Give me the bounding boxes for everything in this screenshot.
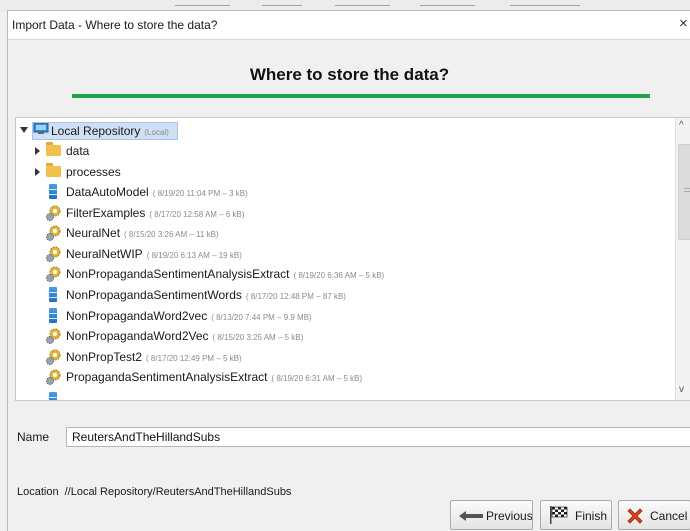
data-icon [49,392,57,400]
entry-name: NonPropagandaSentimentAnalysisExtract [66,267,290,281]
tree-entry[interactable]: NeuralNetWIP( 8/19/20 6:13 AM – 19 kB) [16,244,676,264]
gear-icon [46,246,61,262]
entry-name: FilterExamples [66,206,146,220]
root-meta: (Local) [144,128,169,137]
folder-icon [46,142,61,156]
tree-item-label: Local Repository (Local) [51,124,169,138]
entry-label: DataAutoModel( 8/19/20 11:04 PM – 3 kB) [66,185,248,199]
dialog-titlebar[interactable]: Import Data - Where to store the data? × [8,11,690,40]
location-row: Location //Local Repository/ReutersAndThe… [17,486,291,498]
tree-entry[interactable]: NonPropagandaSentimentAnalysisExtract( 8… [16,264,676,284]
close-icon[interactable]: × [679,15,688,32]
scroll-down-icon[interactable]: v [679,384,684,395]
tree-entry[interactable]: FilterExamples( 8/17/20 12:58 AM – 6 kB) [16,203,676,223]
entry-name: NonPropagandaWord2vec [66,309,208,323]
expand-arrow-icon[interactable] [35,168,40,176]
gear-icon [46,328,61,344]
tree-entry[interactable]: NonPropagandaSentimentWords( 8/17/20 12:… [16,285,676,305]
entry-label: NonPropTest2( 8/17/20 12:49 PM – 5 kB) [66,350,242,364]
data-icon [49,287,57,302]
entry-name: NeuralNetWIP [66,247,143,261]
entry-label: FilterExamples( 8/17/20 12:58 AM – 6 kB) [66,206,245,220]
entry-meta: ( 8/19/20 6:31 AM – 5 kB) [271,374,363,383]
entry-label: NeuralNet( 8/15/20 3:26 AM – 11 kB) [66,226,219,240]
scroll-up-icon[interactable]: ^ [679,120,684,131]
root-label: Local Repository [51,124,141,138]
heading-underline-bar [72,94,650,98]
import-data-dialog: Import Data - Where to store the data? ×… [7,10,690,531]
folder-label: processes [66,165,121,179]
folder-icon [46,163,61,177]
entry-label: NonPropagandaSentimentAnalysisExtract( 8… [66,267,384,281]
finish-button[interactable]: Finish [540,500,612,530]
background-toolbar-mark [335,5,390,6]
background-toolbar-mark [420,5,475,6]
tree-vertical-scrollbar[interactable]: ^ v [675,118,690,400]
entry-meta: ( 8/17/20 12:58 AM – 6 kB) [149,210,245,219]
data-icon [49,308,57,323]
gear-icon [46,266,61,282]
tree-entry[interactable]: NonPropagandaWord2Vec( 8/15/20 3:25 AM –… [16,326,676,346]
page-heading: Where to store the data? [249,65,450,84]
previous-label: Previous [486,509,533,523]
entry-meta: ( 8/15/20 3:26 AM – 11 kB) [124,230,219,239]
background-toolbar-mark [175,5,230,6]
repository-tree[interactable]: Local Repository (Local) data processes D… [15,117,690,401]
folder-label: data [66,144,90,158]
computer-icon [33,123,49,134]
expand-arrow-icon[interactable] [35,147,40,155]
tree-folder-data[interactable]: data [16,141,676,161]
tree-root-local-repository[interactable]: Local Repository (Local) [16,121,676,141]
gear-icon [46,205,61,221]
entry-name: NonPropagandaWord2Vec [66,329,209,343]
gear-icon [46,225,61,241]
entry-name: PropagandaSentimentAnalysisExtract [66,370,268,384]
entry-label: NonPropagandaWord2vec( 8/13/20 7:44 PM –… [66,309,312,323]
tree-entry-partial[interactable] [16,390,676,400]
location-label: Location [17,486,59,498]
background-toolbar-mark [262,5,302,6]
location-value: //Local Repository/ReutersAndTheHillandS… [64,486,292,498]
arrow-left-icon [459,511,483,521]
tree-entry[interactable]: PropagandaSentimentAnalysisExtract( 8/19… [16,367,676,387]
entry-meta: ( 8/13/20 7:44 PM – 9.9 MB) [211,313,312,322]
gear-icon [46,349,61,365]
entry-label: PropagandaSentimentAnalysisExtract( 8/19… [66,370,362,384]
name-input[interactable] [66,427,690,447]
thumb-grip [684,188,690,189]
cancel-label: Cancel [650,509,688,523]
entry-label: NeuralNetWIP( 8/19/20 6:13 AM – 19 kB) [66,247,242,261]
dialog-title: Import Data - Where to store the data? [12,18,218,32]
previous-button[interactable]: Previous [450,500,533,530]
entry-meta: ( 8/19/20 6:36 AM – 5 kB) [293,271,385,280]
tree-entry[interactable]: NeuralNet( 8/15/20 3:26 AM – 11 kB) [16,223,676,243]
entry-name: DataAutoModel [66,185,149,199]
data-icon [49,184,57,199]
tree-folder-processes[interactable]: processes [16,162,676,182]
tree-entry[interactable]: NonPropTest2( 8/17/20 12:49 PM – 5 kB) [16,347,676,367]
gear-icon [46,369,61,385]
collapse-arrow-icon[interactable] [20,127,28,133]
tree-entry[interactable]: NonPropagandaWord2vec( 8/13/20 7:44 PM –… [16,306,676,326]
cancel-button[interactable]: Cancel [618,500,690,530]
name-label: Name [17,430,50,444]
entry-meta: ( 8/19/20 6:13 AM – 19 kB) [146,251,242,260]
thumb-grip [684,191,690,192]
entry-meta: ( 8/15/20 3:25 AM – 5 kB) [212,333,304,342]
entry-meta: ( 8/19/20 11:04 PM – 3 kB) [152,189,248,198]
entry-label: NonPropagandaWord2Vec( 8/15/20 3:25 AM –… [66,329,303,343]
entry-name: NonPropagandaSentimentWords [66,288,242,302]
entry-name: NonPropTest2 [66,350,143,364]
entry-meta: ( 8/17/20 12:49 PM – 5 kB) [146,354,242,363]
finish-label: Finish [575,509,608,523]
background-toolbar-mark [510,5,580,6]
entry-label: NonPropagandaSentimentWords( 8/17/20 12:… [66,288,346,302]
entry-name: NeuralNet [66,226,121,240]
cancel-x-icon [627,508,643,524]
checkered-flag-icon [550,506,568,524]
entry-meta: ( 8/17/20 12:48 PM – 87 kB) [245,292,346,301]
tree-entry[interactable]: DataAutoModel( 8/19/20 11:04 PM – 3 kB) [16,182,676,202]
scrollbar-thumb[interactable] [678,144,690,240]
